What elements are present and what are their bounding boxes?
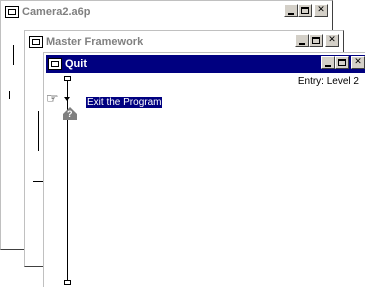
- camera-window-title: Camera2.a6p: [22, 6, 91, 18]
- quit-window-title: Quit: [65, 58, 87, 70]
- framework-icon: [29, 36, 43, 48]
- paste-hand-icon[interactable]: ☞: [46, 92, 59, 106]
- flowline-end-cap: [64, 280, 71, 285]
- map-icon: [48, 58, 62, 70]
- minimize-button[interactable]: [321, 56, 335, 69]
- quit-window[interactable]: Quit Entry: Level 2 ☞ ? Exit the Program: [43, 52, 365, 287]
- flowline: [13, 45, 14, 65]
- master-framework-title: Master Framework: [46, 36, 144, 48]
- maximize-button[interactable]: [298, 4, 312, 17]
- close-button[interactable]: [325, 34, 339, 47]
- flowline: [38, 111, 39, 151]
- authorware-icon: [5, 6, 19, 18]
- flowline-item[interactable]: ? Exit the Program: [59, 93, 189, 120]
- maximize-button[interactable]: [309, 34, 323, 47]
- quit-icon-glyph: ?: [67, 109, 73, 119]
- camera-window-titlebar[interactable]: Camera2.a6p: [3, 3, 330, 21]
- minimize-button[interactable]: [284, 4, 298, 17]
- entry-level-label: Entry: Level 2: [297, 76, 359, 87]
- close-button[interactable]: [351, 56, 365, 69]
- minimize-button[interactable]: [295, 34, 309, 47]
- quit-titlebar[interactable]: Quit: [46, 55, 365, 73]
- flowline-item-label[interactable]: Exit the Program: [86, 97, 163, 108]
- flowline: [9, 91, 10, 99]
- master-framework-titlebar[interactable]: Master Framework: [27, 33, 341, 51]
- maximize-button[interactable]: [335, 56, 349, 69]
- close-button[interactable]: [314, 4, 328, 17]
